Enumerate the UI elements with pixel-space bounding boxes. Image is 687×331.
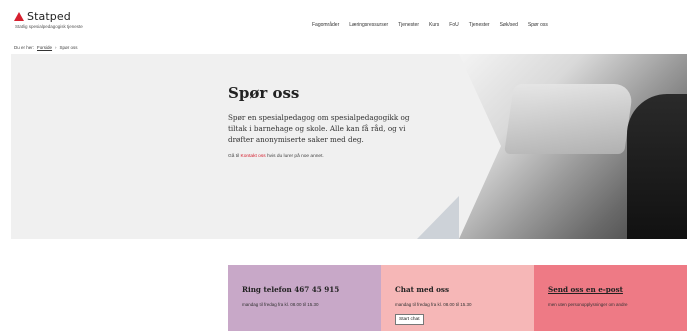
logo-triangle-icon — [14, 12, 24, 21]
email-card-note: men uten personopplysninger om andre — [548, 302, 628, 307]
photo-person-shape — [627, 94, 687, 239]
nav-item-fagomrader[interactable]: Fagområder — [312, 22, 339, 28]
hero-section: Spør oss Spør en spesialpedagog om spesi… — [11, 54, 687, 239]
chat-card-hours: mandag til fredag fra kl. 08.00 til 15.3… — [395, 302, 472, 307]
phone-card-hours: mandag til fredag fra kl. 08.00 til 15.3… — [242, 302, 319, 307]
hero-note-after: hvis du lurer på noe annet. — [266, 154, 324, 159]
email-card: Send oss en e-post men uten personopplys… — [534, 265, 687, 331]
hero-note-before: Gå til — [228, 154, 240, 159]
breadcrumb-separator: › — [55, 45, 57, 50]
start-chat-button[interactable]: Start chat — [395, 314, 424, 325]
nav-item-laeringsressurser[interactable]: Læringsressurser — [349, 22, 388, 28]
hero-note: Gå til Kontakt oss hvis du lurer på noe … — [228, 154, 418, 159]
nav-item-fou[interactable]: FoU — [449, 22, 458, 28]
chat-card: Chat med oss mandag til fredag fra kl. 0… — [381, 265, 534, 331]
hero-lead: Spør en spesialpedagog om spesialpedagog… — [228, 113, 410, 144]
main-nav: Fagområder Læringsressurser Tjenester Ku… — [312, 22, 558, 28]
chat-card-title: Chat med oss — [395, 285, 450, 294]
breadcrumb-prefix: Du er her: — [14, 45, 35, 50]
phone-card-title[interactable]: Ring telefon 467 45 915 — [242, 285, 367, 294]
hero-text: Spør oss Spør en spesialpedagog om spesi… — [228, 84, 418, 159]
nav-item-tjenester-2[interactable]: Tjenester — [469, 22, 490, 28]
photo-device-shape — [504, 84, 634, 154]
phone-card: Ring telefon 467 45 915 mandag til freda… — [228, 265, 381, 331]
logo-name: Statped — [27, 10, 71, 23]
logo-subtitle: Statlig spesialpedagogisk tjeneste — [15, 24, 83, 29]
page-title: Spør oss — [228, 84, 300, 102]
nav-item-soksed[interactable]: Søk/sed — [500, 22, 518, 28]
nav-item-kurs[interactable]: Kurs — [429, 22, 439, 28]
nav-item-spor-oss[interactable]: Spør oss — [528, 22, 548, 28]
statped-logo[interactable]: Statped Statlig spesialpedagogisk tjenes… — [14, 10, 83, 29]
site-header: Statped Statlig spesialpedagogisk tjenes… — [0, 0, 687, 42]
contact-link[interactable]: Kontakt oss — [241, 154, 266, 159]
contact-cards: Ring telefon 467 45 915 mandag til freda… — [228, 265, 687, 331]
hero-wedge-decoration — [459, 54, 501, 239]
nav-item-tjenester[interactable]: Tjenester — [398, 22, 419, 28]
breadcrumb-home-link[interactable]: Forside — [37, 45, 52, 50]
email-card-link[interactable]: Send oss en e-post — [548, 285, 673, 294]
breadcrumb-current: Spør oss — [59, 45, 78, 50]
breadcrumb: Du er her: Forside › Spør oss — [14, 45, 78, 50]
hero-triangle-decoration — [417, 196, 459, 239]
